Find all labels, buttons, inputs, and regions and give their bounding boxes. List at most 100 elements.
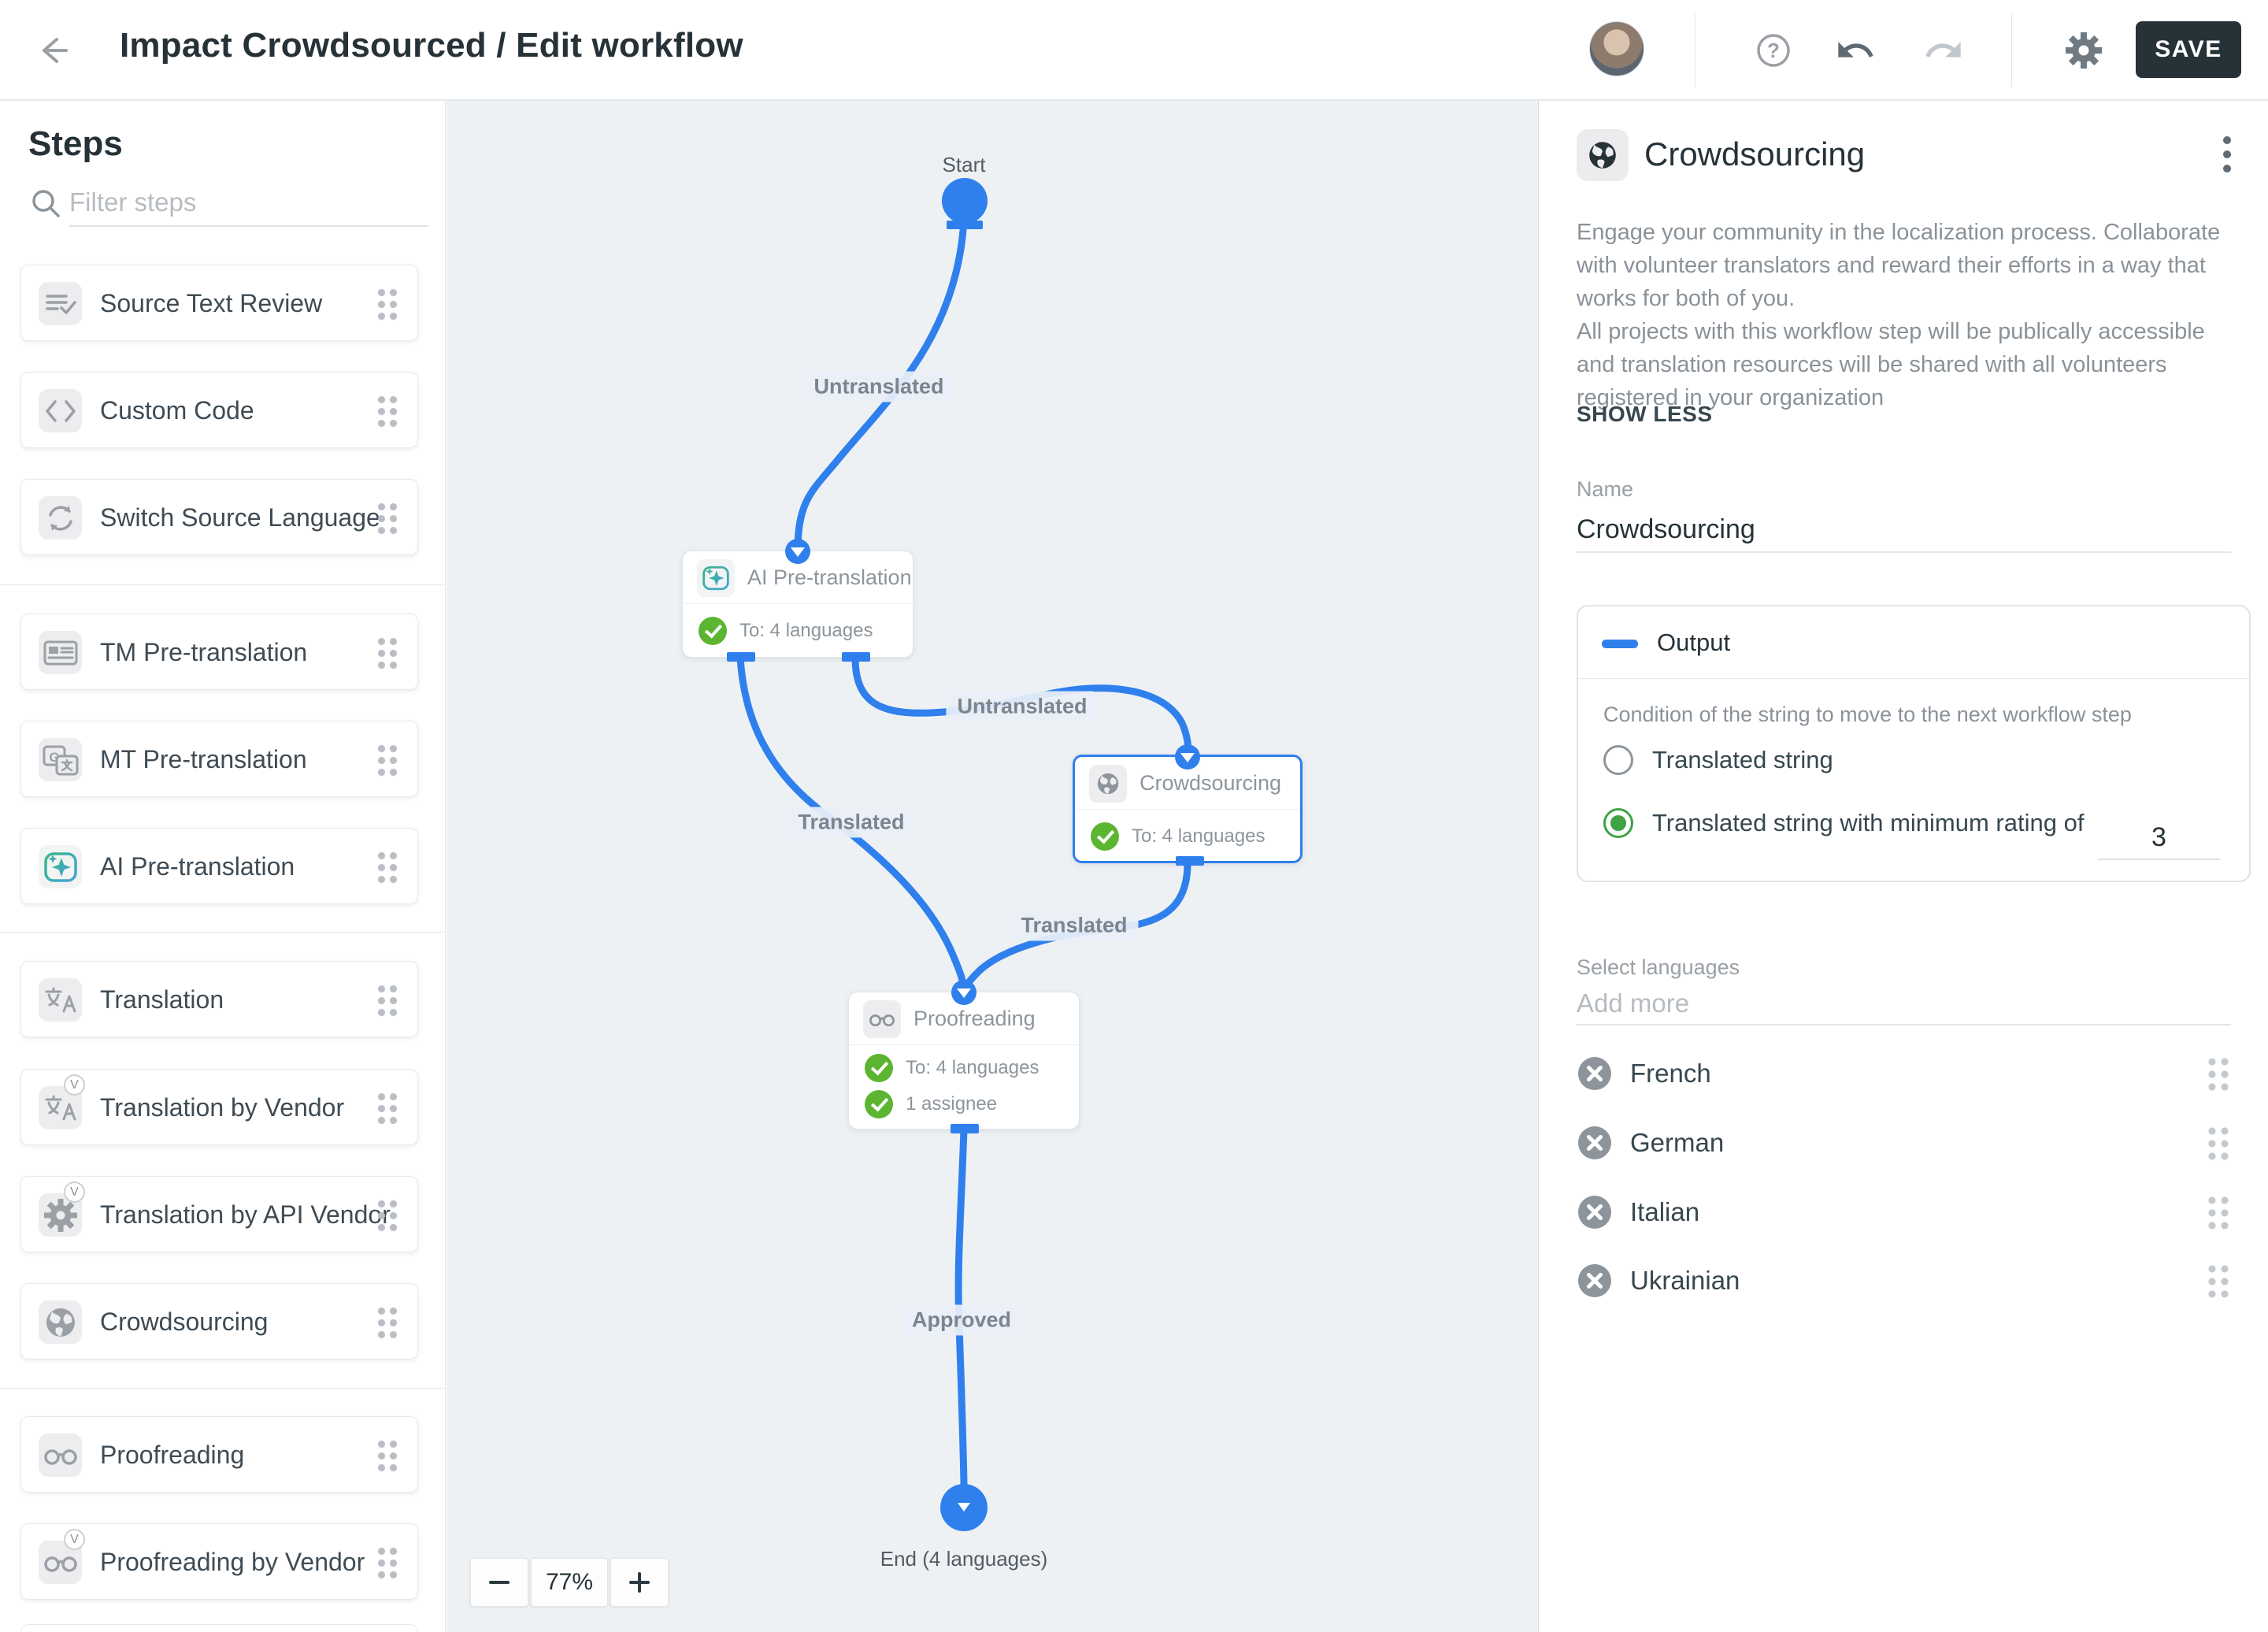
step-card-translation-by-vendor[interactable]: V Translation by Vendor (20, 1069, 418, 1145)
zoom-out-button[interactable] (470, 1558, 528, 1607)
filter-steps-input[interactable] (69, 183, 428, 222)
back-arrow-icon[interactable] (35, 32, 72, 69)
drag-handle[interactable] (2206, 1055, 2230, 1092)
step-card-custom-code[interactable]: Custom Code (20, 372, 418, 448)
drag-handle[interactable] (376, 392, 398, 428)
globe-icon (39, 1300, 82, 1344)
group-separator (0, 1388, 445, 1389)
drag-handle[interactable] (376, 285, 398, 321)
translate-icon (39, 978, 82, 1022)
radio-option-minimum-rating[interactable]: Translated string with minimum rating of (1603, 808, 2084, 838)
step-card-proofreading-by-vendor[interactable]: V Proofreading by Vendor (20, 1523, 418, 1600)
kebab-menu-icon[interactable] (2205, 132, 2249, 176)
output-title: Output (1657, 629, 1731, 656)
step-card-mt-pre-translation[interactable]: G MT Pre-translation (20, 721, 418, 797)
output-section: Output Condition of the string to move t… (1577, 605, 2251, 882)
drag-handle[interactable] (376, 1304, 398, 1339)
drag-handle[interactable] (376, 741, 398, 777)
condition-description: Condition of the string to move to the n… (1603, 703, 2132, 726)
drag-handle[interactable] (376, 981, 398, 1017)
workflow-canvas[interactable]: Start Untranslated Untranslated Translat… (447, 101, 1538, 1632)
steps-sidebar: Steps Source Text Review Custom Code Swi… (0, 101, 446, 1632)
remove-icon[interactable] (1577, 1194, 1613, 1230)
drag-handle[interactable] (2206, 1124, 2230, 1162)
edge-label: Untranslated (946, 691, 1099, 722)
node-crowdsourcing[interactable]: Crowdsourcing To: 4 languages (1073, 744, 1303, 866)
radio-selected-icon[interactable] (1603, 808, 1633, 838)
drag-handle[interactable] (376, 848, 398, 884)
step-card-translation[interactable]: Translation (20, 961, 418, 1037)
language-name: Ukrainian (1630, 1266, 1740, 1295)
input-port[interactable] (951, 980, 976, 1005)
group-separator (0, 584, 445, 585)
globe-icon (1089, 765, 1127, 803)
drag-handle[interactable] (376, 1544, 398, 1579)
step-card-tm-pre-translation[interactable]: TM Pre-translation (20, 614, 418, 690)
undo-icon[interactable] (1835, 30, 1876, 71)
page-title: Impact Crowdsourced / Edit workflow (120, 26, 743, 65)
output-port[interactable] (842, 652, 870, 662)
zoom-in-button[interactable] (610, 1558, 669, 1607)
select-languages-label: Select languages (1577, 955, 1740, 979)
drag-handle[interactable] (376, 1437, 398, 1472)
drag-handle[interactable] (376, 634, 398, 669)
node-detail: 1 assignee (906, 1093, 998, 1115)
redo-icon[interactable] (1923, 30, 1964, 71)
drag-handle[interactable] (376, 499, 398, 535)
help-icon[interactable]: ? (1753, 30, 1794, 71)
globe-icon (1577, 129, 1629, 181)
edge-label: Translated (787, 807, 916, 838)
remove-icon[interactable] (1577, 1125, 1613, 1161)
node-proofreading[interactable]: Proofreading To: 4 languages 1 assignee (848, 980, 1080, 1133)
workflow-editor: Impact Crowdsourced / Edit workflow ? SA… (0, 0, 2268, 1632)
step-card-proofreading[interactable]: Proofreading (20, 1416, 418, 1493)
end-node[interactable] (940, 1484, 988, 1531)
step-card-switch-source-language[interactable]: Switch Source Language (20, 479, 418, 555)
show-less-link[interactable]: SHOW LESS (1577, 402, 1713, 427)
start-node-stub (947, 221, 983, 229)
edge-label: Translated (1010, 910, 1139, 941)
input-port[interactable] (785, 539, 810, 564)
avatar[interactable] (1589, 21, 1644, 76)
zoom-controls: 77% (470, 1558, 669, 1607)
drag-handle[interactable] (376, 1089, 398, 1125)
minimum-rating-input[interactable] (2098, 816, 2220, 860)
save-button[interactable]: SAVE (2136, 21, 2241, 78)
output-port[interactable] (727, 652, 755, 662)
input-port[interactable] (1175, 744, 1200, 770)
language-row: German (1577, 1118, 2233, 1167)
drag-handle[interactable] (2206, 1193, 2230, 1231)
add-language-input[interactable] (1577, 983, 2231, 1026)
drag-handle[interactable] (2206, 1262, 2230, 1300)
remove-icon[interactable] (1577, 1055, 1613, 1092)
glasses-icon (39, 1434, 82, 1477)
header: Impact Crowdsourced / Edit workflow ? SA… (0, 0, 2268, 101)
step-card-crowdsourcing[interactable]: Crowdsourcing (20, 1283, 418, 1359)
drag-handle[interactable] (376, 1196, 398, 1232)
step-card-source-text-review[interactable]: Source Text Review (20, 265, 418, 341)
output-connector-icon (1602, 640, 1638, 648)
check-icon (865, 1054, 893, 1082)
radio-option-translated-string[interactable]: Translated string (1603, 745, 1833, 775)
filter-row (28, 183, 430, 227)
radio-icon[interactable] (1603, 745, 1633, 775)
step-card-translation-by-api-vendor[interactable]: V Translation by API Vendor (20, 1176, 418, 1252)
check-icon (699, 617, 727, 645)
start-node[interactable] (942, 178, 988, 224)
vendor-badge: V (64, 1074, 85, 1096)
check-icon (865, 1090, 893, 1118)
step-card-ai-pre-translation[interactable]: AI Pre-translation (20, 828, 418, 904)
node-title: AI Pre-translation (747, 566, 912, 589)
header-divider (2011, 14, 2012, 87)
remove-icon[interactable] (1577, 1263, 1613, 1299)
step-card-partial (20, 1624, 418, 1632)
name-input[interactable] (1577, 507, 2231, 553)
check-icon (1091, 822, 1119, 851)
node-ai-pre-translation[interactable]: AI Pre-translation To: 4 languages (682, 539, 914, 662)
output-port[interactable] (1176, 856, 1204, 866)
gear-icon[interactable] (2063, 30, 2104, 71)
language-name: German (1630, 1128, 1725, 1157)
output-port[interactable] (951, 1124, 979, 1133)
vendor-badge: V (64, 1181, 85, 1203)
node-title: Crowdsourcing (1140, 771, 1282, 795)
